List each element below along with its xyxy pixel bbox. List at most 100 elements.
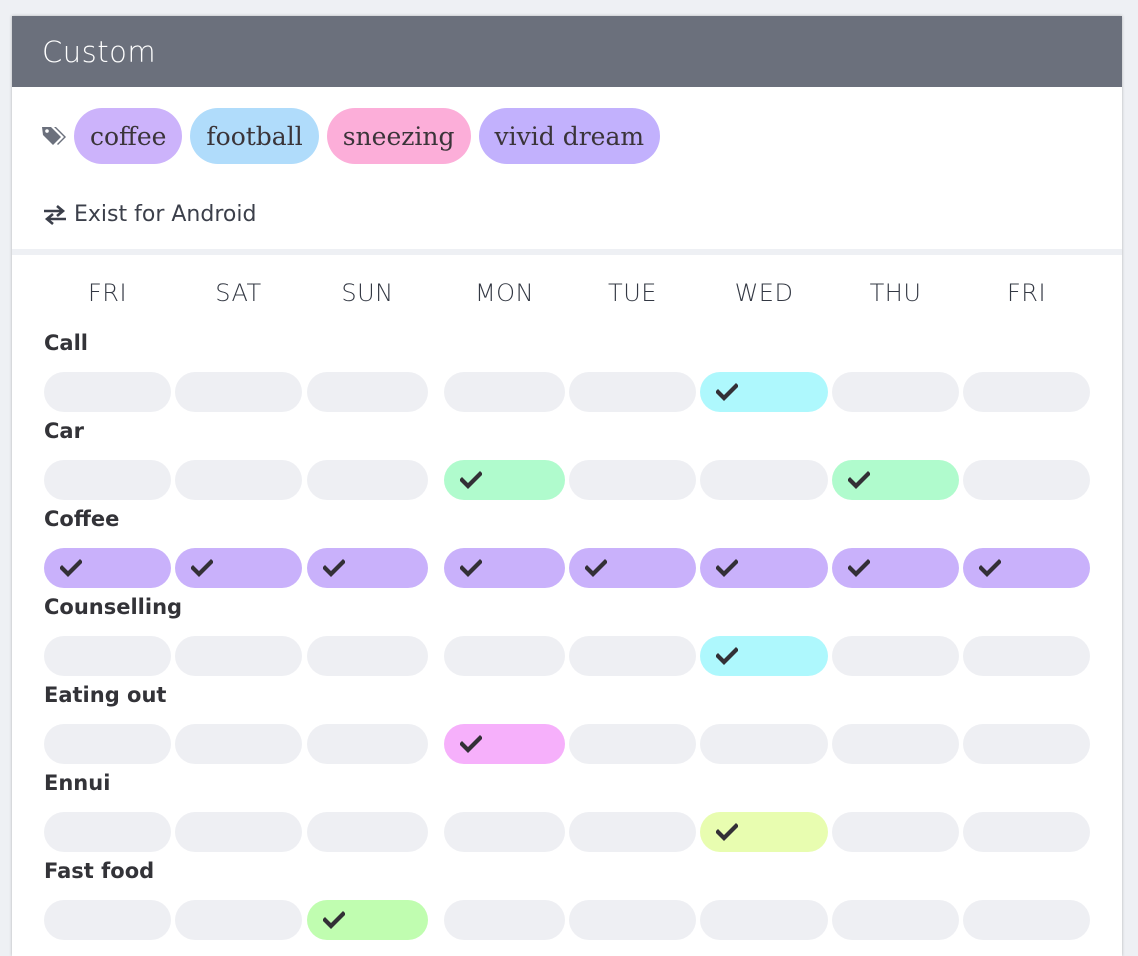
habit-cell-coffee-1[interactable] [175, 548, 302, 588]
habit-cell-call-2[interactable] [307, 372, 428, 412]
day-header-7: FRI [1006, 279, 1047, 307]
section-divider [12, 249, 1122, 255]
habit-cell-coffee-3[interactable] [444, 548, 565, 588]
habit-cell-counselling-2[interactable] [307, 636, 428, 676]
habit-cell-eating-out-5[interactable] [700, 724, 828, 764]
tags-row: coffee football sneezing vivid dream [40, 108, 668, 164]
habit-cell-car-2[interactable] [307, 460, 428, 500]
habit-cell-eating-out-2[interactable] [307, 724, 428, 764]
habit-cell-eating-out-6[interactable] [832, 724, 959, 764]
habit-cell-counselling-0[interactable] [44, 636, 171, 676]
habit-cell-eating-out-3[interactable] [444, 724, 565, 764]
card-title: Custom [42, 34, 157, 69]
habit-cell-call-7[interactable] [963, 372, 1090, 412]
check-icon [585, 559, 607, 577]
check-icon [848, 559, 870, 577]
habit-cell-car-4[interactable] [569, 460, 696, 500]
sync-label: Exist for Android [74, 202, 257, 227]
habit-cell-eating-out-4[interactable] [569, 724, 696, 764]
habit-cell-ennui-2[interactable] [307, 812, 428, 852]
day-header-1: SAT [215, 279, 262, 307]
habit-cell-coffee-6[interactable] [832, 548, 959, 588]
day-header-4: TUE [608, 279, 657, 307]
row-label-fast-food: Fast food [44, 859, 155, 883]
tag-football[interactable]: football [190, 108, 319, 164]
check-icon [716, 559, 738, 577]
tags-list: coffee football sneezing vivid dream [74, 108, 668, 164]
tag-vivid-dream[interactable]: vivid dream [478, 108, 661, 164]
habit-cell-call-0[interactable] [44, 372, 171, 412]
day-header-3: MON [474, 279, 535, 307]
habit-cell-fast-food-4[interactable] [569, 900, 696, 940]
check-icon [979, 559, 1001, 577]
row-label-car: Car [44, 419, 84, 443]
habit-cell-coffee-2[interactable] [307, 548, 428, 588]
custom-card: Custom coffee football sneezing vivid dream… [12, 16, 1122, 956]
habit-cell-car-7[interactable] [963, 460, 1090, 500]
check-icon [323, 559, 345, 577]
habit-cell-eating-out-1[interactable] [175, 724, 302, 764]
habit-cell-counselling-6[interactable] [832, 636, 959, 676]
habit-cell-fast-food-2[interactable] [307, 900, 428, 940]
habit-cell-car-3[interactable] [444, 460, 565, 500]
habit-cell-eating-out-7[interactable] [963, 724, 1090, 764]
habit-cell-ennui-0[interactable] [44, 812, 171, 852]
habit-cell-counselling-5[interactable] [700, 636, 828, 676]
check-icon [848, 471, 870, 489]
habit-cell-fast-food-3[interactable] [444, 900, 565, 940]
check-icon [716, 383, 738, 401]
check-icon [716, 647, 738, 665]
habit-cell-eating-out-0[interactable] [44, 724, 171, 764]
habit-cell-ennui-5[interactable] [700, 812, 828, 852]
tag-coffee[interactable]: coffee [74, 108, 183, 164]
habit-cell-counselling-4[interactable] [569, 636, 696, 676]
habit-cell-call-3[interactable] [444, 372, 565, 412]
habit-cell-coffee-7[interactable] [963, 548, 1090, 588]
habit-cell-ennui-1[interactable] [175, 812, 302, 852]
row-label-call: Call [44, 331, 88, 355]
habit-cell-car-5[interactable] [700, 460, 828, 500]
habit-cell-ennui-7[interactable] [963, 812, 1090, 852]
habit-cell-fast-food-6[interactable] [832, 900, 959, 940]
tag-sneezing[interactable]: sneezing [326, 108, 471, 164]
check-icon [460, 471, 482, 489]
habit-cell-counselling-3[interactable] [444, 636, 565, 676]
check-icon [323, 911, 345, 929]
habit-cell-coffee-0[interactable] [44, 548, 171, 588]
check-icon [460, 735, 482, 753]
habit-cell-call-1[interactable] [175, 372, 302, 412]
habit-cell-fast-food-7[interactable] [963, 900, 1090, 940]
habit-cell-call-5[interactable] [700, 372, 828, 412]
row-label-coffee: Coffee [44, 507, 120, 531]
habit-cell-call-4[interactable] [569, 372, 696, 412]
day-header-6: THU [869, 279, 922, 307]
row-label-counselling: Counselling [44, 595, 183, 619]
habit-cell-coffee-5[interactable] [700, 548, 828, 588]
check-icon [716, 823, 738, 841]
habit-cell-car-1[interactable] [175, 460, 302, 500]
habit-cell-ennui-6[interactable] [832, 812, 959, 852]
row-label-ennui: Ennui [44, 771, 111, 795]
habit-cell-coffee-4[interactable] [569, 548, 696, 588]
day-header-5: WED [734, 279, 794, 307]
sync-link[interactable]: Exist for Android [42, 202, 256, 227]
check-icon [460, 559, 482, 577]
habit-cell-ennui-3[interactable] [444, 812, 565, 852]
day-header-0: FRI [87, 279, 128, 307]
habit-cell-ennui-4[interactable] [569, 812, 696, 852]
check-icon [191, 559, 213, 577]
habit-cell-fast-food-1[interactable] [175, 900, 302, 940]
row-label-eating-out: Eating out [44, 683, 167, 707]
habit-cell-fast-food-0[interactable] [44, 900, 171, 940]
exchange-arrows-icon [44, 204, 66, 225]
habit-cell-call-6[interactable] [832, 372, 959, 412]
card-header: Custom [12, 16, 1122, 87]
day-header-2: SUN [341, 279, 394, 307]
tags-icon [42, 127, 66, 145]
habit-cell-car-0[interactable] [44, 460, 171, 500]
habit-cell-counselling-1[interactable] [175, 636, 302, 676]
check-icon [60, 559, 82, 577]
habit-cell-car-6[interactable] [832, 460, 959, 500]
habit-cell-fast-food-5[interactable] [700, 900, 828, 940]
habit-cell-counselling-7[interactable] [963, 636, 1090, 676]
